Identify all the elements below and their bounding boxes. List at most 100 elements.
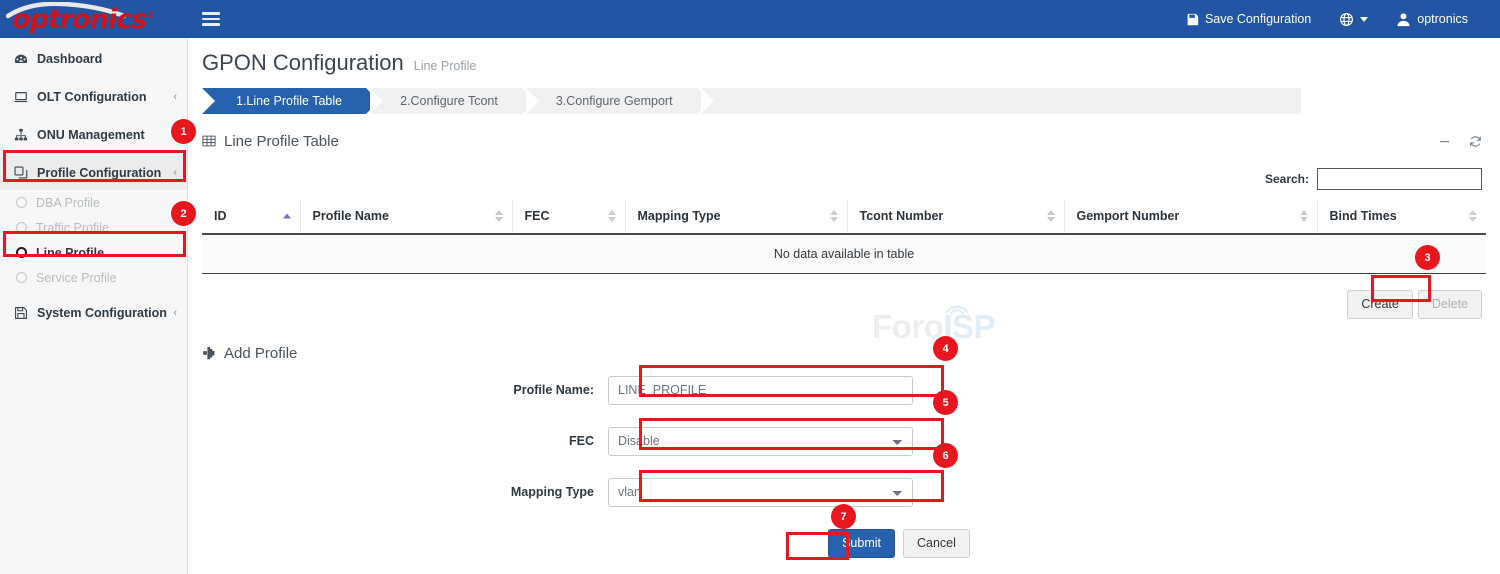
column-label: Tcont Number: [860, 209, 944, 223]
profile-name-input[interactable]: [608, 376, 913, 405]
column-header-bind-times[interactable]: Bind Times: [1317, 199, 1486, 234]
add-profile-form: Profile Name: FEC Disable Mapping Type v…: [188, 376, 1500, 558]
create-button[interactable]: Create: [1347, 290, 1413, 319]
user-account-menu[interactable]: optronics: [1382, 0, 1482, 38]
top-navigation-bar: optronics® Save Configuration: [0, 0, 1500, 38]
sort-both-icon: [830, 210, 838, 222]
sort-both-icon: [1469, 210, 1477, 222]
step-label: 1.Line Profile Table: [236, 94, 342, 108]
sidebar-item-label: Profile Configuration: [37, 166, 161, 180]
sidebar-item-label: System Configuration: [37, 306, 167, 320]
profile-name-label: Profile Name:: [188, 383, 608, 397]
column-header-mapping-type[interactable]: Mapping Type: [625, 199, 847, 234]
puzzle-icon: [202, 346, 216, 360]
radio-circle-icon: [16, 272, 27, 283]
column-header-id[interactable]: ID: [202, 199, 300, 234]
annotation-badge-2: 2: [171, 201, 196, 226]
column-header-profile-name[interactable]: Profile Name: [300, 199, 512, 234]
sidebar-subitem-traffic-profile[interactable]: Traffic Profile: [0, 215, 187, 240]
form-row-profile-name: Profile Name:: [188, 376, 1500, 405]
sidebar-subitem-label: DBA Profile: [36, 196, 100, 210]
sidebar-item-dashboard[interactable]: Dashboard: [0, 42, 187, 76]
step-label: 3.Configure Gemport: [556, 94, 673, 108]
page-header: GPON Configuration Line Profile: [188, 38, 1500, 76]
sidebar-caret: ‹: [173, 307, 177, 319]
column-header-tcont-number[interactable]: Tcont Number: [847, 199, 1064, 234]
minus-icon[interactable]: [1438, 135, 1451, 148]
column-label: Mapping Type: [638, 209, 721, 223]
sort-both-icon: [608, 210, 616, 222]
table-action-buttons: Create Delete: [202, 290, 1482, 319]
annotation-badge-5: 5: [933, 390, 958, 415]
add-profile-title: Add Profile: [224, 345, 297, 362]
sidebar-subitem-service-profile[interactable]: Service Profile: [0, 265, 187, 290]
clone-icon: [14, 166, 33, 180]
sidebar-subitem-line-profile[interactable]: Line Profile: [0, 240, 187, 265]
brand-logo[interactable]: optronics®: [0, 0, 188, 38]
sidebar-subitem-label: Service Profile: [36, 271, 117, 285]
save-configuration-button[interactable]: Save Configuration: [1172, 0, 1325, 38]
sidebar-item-olt-configuration[interactable]: OLT Configuration ‹: [0, 80, 187, 114]
step-configure-tcont[interactable]: 2.Configure Tcont: [370, 88, 522, 114]
hamburger-menu-icon[interactable]: [202, 8, 224, 30]
table-empty-message: No data available in table: [202, 234, 1486, 274]
add-profile-header: Add Profile: [202, 345, 1500, 362]
form-row-fec: FEC Disable: [188, 427, 1500, 456]
delete-button: Delete: [1418, 290, 1482, 319]
refresh-icon[interactable]: [1469, 135, 1482, 148]
chevron-down-icon: [1360, 17, 1368, 22]
user-name-label: optronics: [1417, 12, 1468, 26]
annotation-badge-1: 1: [171, 119, 196, 144]
column-header-fec[interactable]: FEC: [512, 199, 625, 234]
panel-title-label: Line Profile Table: [224, 133, 339, 150]
save-icon: [14, 306, 33, 320]
panel-title: Line Profile Table: [202, 133, 339, 150]
sidebar-subitem-label: Traffic Profile: [36, 221, 109, 235]
page-title: GPON Configuration: [202, 50, 404, 76]
sidebar-item-profile-configuration[interactable]: Profile Configuration ‹: [0, 156, 187, 190]
column-label: FEC: [525, 209, 550, 223]
sidebar-navigation: Dashboard OLT Configuration ‹: [0, 38, 188, 574]
sidebar-subitem-dba-profile[interactable]: DBA Profile: [0, 190, 187, 215]
table-body: No data available in table: [202, 234, 1486, 274]
radio-circle-icon: [16, 197, 27, 208]
wizard-steps-filler: [701, 88, 1301, 114]
dashboard-icon: [14, 52, 33, 66]
save-configuration-label: Save Configuration: [1205, 12, 1311, 26]
column-label: ID: [214, 209, 227, 223]
annotation-badge-4: 4: [933, 336, 958, 361]
sidebar-item-label: OLT Configuration: [37, 90, 146, 104]
search-input[interactable]: [1317, 168, 1482, 190]
wizard-steps: 1.Line Profile Table 2.Configure Tcont 3…: [202, 88, 1500, 114]
sidebar-item-system-configuration[interactable]: System Configuration ‹: [0, 296, 187, 330]
submit-button[interactable]: Submit: [828, 529, 895, 558]
sort-ascending-icon: [283, 214, 291, 219]
sidebar-item-label: Dashboard: [37, 52, 102, 66]
topbar-right-group: Save Configuration optronics: [1172, 0, 1500, 38]
radio-circle-icon: [16, 222, 27, 233]
panel-tool-group: [1438, 135, 1482, 148]
application-root: optronics® Save Configuration: [0, 0, 1500, 574]
sidebar-item-onu-management[interactable]: ONU Management ‹: [0, 118, 187, 152]
step-line-profile-table[interactable]: 1.Line Profile Table: [202, 88, 366, 114]
line-profile-panel-header: Line Profile Table: [202, 128, 1500, 154]
table-empty-row: No data available in table: [202, 234, 1486, 274]
column-header-gemport-number[interactable]: Gemport Number: [1064, 199, 1317, 234]
user-icon: [1396, 12, 1411, 27]
step-configure-gemport[interactable]: 3.Configure Gemport: [526, 88, 697, 114]
sidebar-caret: ‹: [173, 91, 177, 103]
form-action-buttons: Submit Cancel: [188, 529, 1500, 558]
language-selector[interactable]: [1325, 0, 1382, 38]
mapping-type-select[interactable]: vlan: [608, 478, 913, 507]
column-label: Profile Name: [313, 209, 389, 223]
brand-logo-text: optronics®: [12, 6, 154, 33]
page-subtitle: Line Profile: [414, 59, 477, 73]
sort-both-icon: [495, 210, 503, 222]
fec-label: FEC: [188, 434, 608, 448]
sort-both-icon: [1047, 210, 1055, 222]
mapping-type-label: Mapping Type: [188, 485, 608, 499]
sidebar-caret: ‹: [173, 167, 177, 179]
globe-icon: [1339, 12, 1354, 27]
fec-select[interactable]: Disable: [608, 427, 913, 456]
cancel-button[interactable]: Cancel: [903, 529, 970, 558]
